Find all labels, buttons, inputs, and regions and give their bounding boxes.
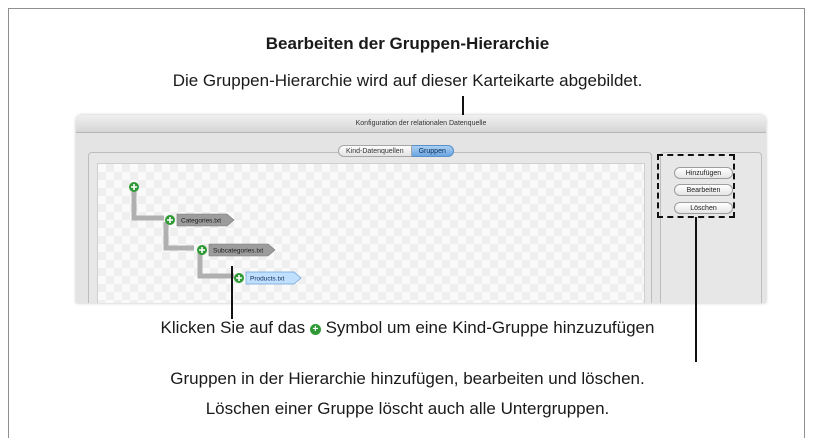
hierarchy-canvas: Categories.txt Subcategories.txt Product… — [97, 163, 645, 303]
caption-add-child-after: Symbol um eine Kind-Gruppe hinzuzufügen — [320, 318, 655, 337]
callout-line-buttons — [695, 217, 697, 362]
connector-root — [131, 189, 164, 221]
tab-kind-datenquellen[interactable]: Kind-Datenquellen — [338, 145, 412, 157]
hierarchy-group-box: Categories.txt Subcategories.txt Product… — [88, 152, 652, 303]
node-label: Subcategories.txt — [213, 248, 263, 255]
node-label: Categories.txt — [181, 218, 221, 225]
buttons-highlight-box — [657, 154, 735, 218]
tree-node-subcategories[interactable]: Subcategories.txt — [197, 243, 276, 257]
caption-buttons-line2: Löschen einer Gruppe löscht auch alle Un… — [205, 399, 610, 418]
caption-add-child: Klicken Sie auf das + Symbol um eine Kin… — [0, 318, 815, 338]
node-label: Products.txt — [250, 276, 285, 283]
plus-circle-icon: + — [309, 324, 321, 335]
callout-line-plus-icon — [231, 266, 233, 319]
tree-node-products[interactable]: Products.txt — [234, 271, 302, 285]
caption-buttons-line1: Gruppen in der Hierarchie hinzufügen, be… — [170, 369, 645, 388]
tree-node-categories[interactable]: Categories.txt — [165, 213, 235, 227]
tab-bar: Kind-Datenquellen Gruppen — [338, 145, 454, 157]
tree-connectors — [131, 189, 234, 279]
page-title: Bearbeiten der Gruppen-Hierarchie — [265, 34, 550, 53]
window-title: Konfiguration der relationalen Datenquel… — [76, 115, 766, 133]
add-root-button[interactable] — [129, 182, 139, 192]
page-subtitle: Die Gruppen-Hierarchie wird auf dieser K… — [172, 71, 643, 90]
caption-add-child-before: Klicken Sie auf das — [160, 318, 310, 337]
hierarchy-tree: Categories.txt Subcategories.txt Product… — [129, 182, 302, 285]
tab-gruppen[interactable]: Gruppen — [411, 145, 454, 157]
